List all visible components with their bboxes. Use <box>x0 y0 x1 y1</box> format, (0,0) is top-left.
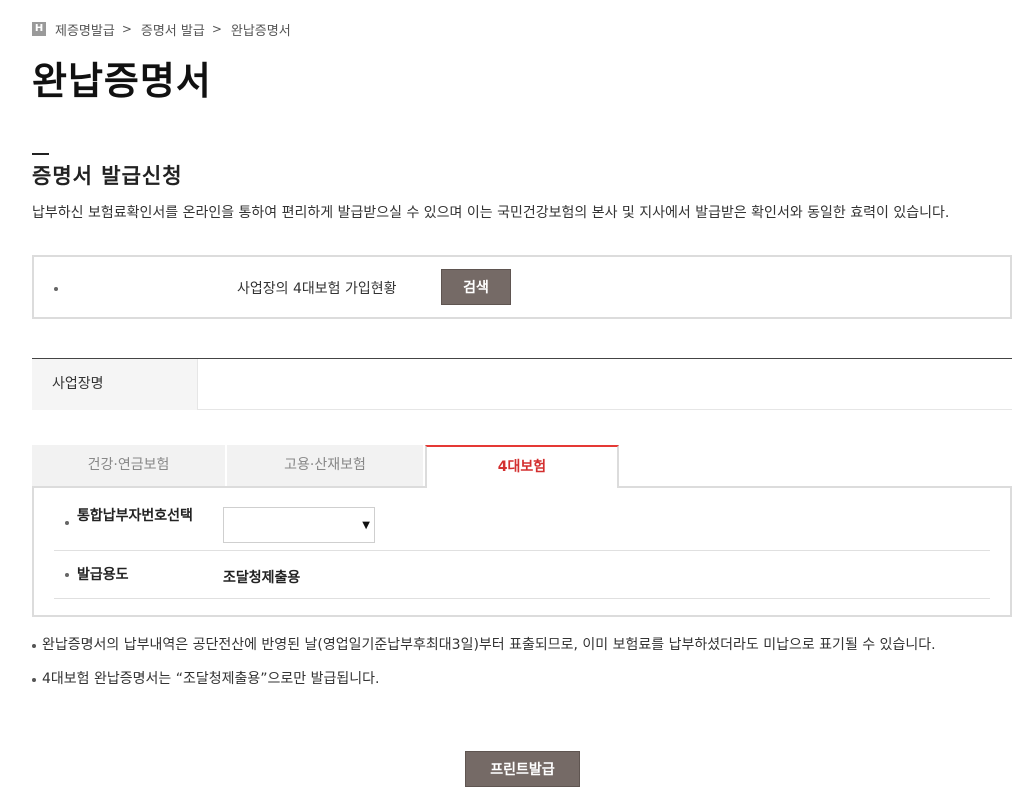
purpose-value: 조달청제출용 <box>223 570 301 586</box>
payer-number-select[interactable]: ▼ <box>223 507 375 543</box>
breadcrumb-separator: > <box>211 22 222 36</box>
search-box: 사업장의 4대보험 가입현황 검색 <box>32 255 1012 319</box>
tab-employment-accident[interactable]: 고용·산재보험 <box>227 445 423 487</box>
search-button[interactable]: 검색 <box>441 269 511 305</box>
payer-number-label: 통합납부자번호선택 <box>77 508 193 524</box>
tab-four-insurances[interactable]: 4대보험 <box>425 445 619 488</box>
notice-text: 4대보험 완납증명서는 “조달청제출용”으로만 발급됩니다. <box>42 671 380 687</box>
breadcrumb-item-issue[interactable]: 증명서 발급 <box>141 20 205 39</box>
intro-text: 납부하신 보험료확인서를 온라인을 통하여 편리하게 발급받으실 수 있으며 이… <box>32 205 950 221</box>
search-label: 사업장의 4대보험 가입현황 <box>237 281 397 297</box>
home-icon[interactable]: H <box>32 22 46 36</box>
form-row-purpose: 발급용도 조달청제출용 <box>54 551 990 599</box>
bullet-icon <box>54 287 58 291</box>
bullet-icon <box>32 678 36 682</box>
notice-item: 4대보험 완납증명서는 “조달청제출용”으로만 발급됩니다. <box>32 670 1012 688</box>
company-name-header: 사업장명 <box>32 359 198 410</box>
section-title-bar <box>32 153 49 155</box>
print-issue-button[interactable]: 프린트발급 <box>465 751 580 787</box>
bullet-icon <box>65 573 69 577</box>
purpose-label: 발급용도 <box>77 567 129 583</box>
breadcrumb-item-certificates[interactable]: 제증명발급 <box>55 20 115 39</box>
form-row-payer-number: 통합납부자번호선택 ▼ <box>54 488 990 551</box>
notice-item: 완납증명서의 납부내역은 공단전산에 반영된 날(영업일기준납부후최대3일)부터… <box>32 636 1012 654</box>
company-info-table: 사업장명 <box>32 358 1012 410</box>
notice-list: 완납증명서의 납부내역은 공단전산에 반영된 날(영업일기준납부후최대3일)부터… <box>32 636 1012 704</box>
bullet-icon <box>65 521 69 525</box>
insurance-tabs: 건강·연금보험 고용·산재보험 4대보험 <box>32 445 1012 488</box>
tab-health-pension[interactable]: 건강·연금보험 <box>32 445 225 487</box>
breadcrumb: H 제증명발급 > 증명서 발급 > 완납증명서 <box>32 20 291 39</box>
issue-form: 통합납부자번호선택 ▼ 발급용도 조달청제출용 <box>32 486 1012 617</box>
bullet-icon <box>32 644 36 648</box>
company-name-value <box>199 359 1012 410</box>
page-title: 완납증명서 <box>32 59 212 103</box>
section-title: 증명서 발급신청 <box>32 164 183 188</box>
breadcrumb-separator: > <box>121 22 132 36</box>
breadcrumb-item-current: 완납증명서 <box>230 23 291 39</box>
notice-text: 완납증명서의 납부내역은 공단전산에 반영된 날(영업일기준납부후최대3일)부터… <box>42 637 936 653</box>
chevron-down-icon: ▼ <box>362 520 370 531</box>
